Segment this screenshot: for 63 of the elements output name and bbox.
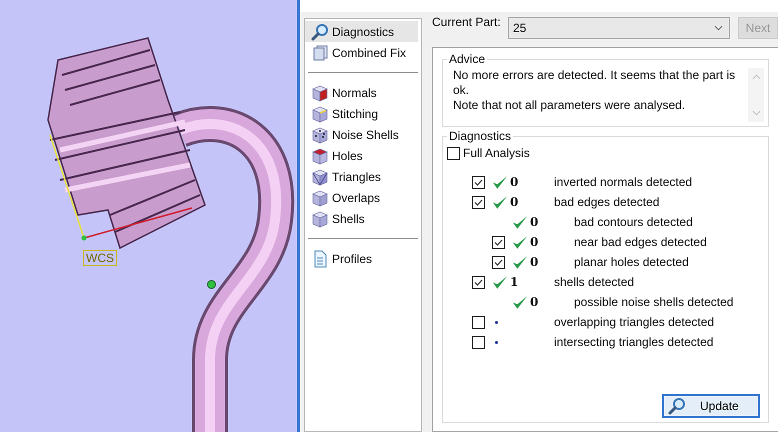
checkmark-icon [512, 214, 528, 230]
part-dropdown[interactable]: 25 [508, 17, 730, 39]
checkbox[interactable] [472, 196, 485, 208]
checkbox[interactable] [472, 176, 485, 188]
sidebar-item[interactable]: Stitching [305, 103, 418, 124]
sidebar-item[interactable]: Diagnostics [305, 21, 418, 42]
dot-icon [495, 320, 498, 324]
sidebar-item[interactable]: Profiles [305, 248, 418, 269]
diagnostic-label: bad edges detected [554, 195, 660, 209]
diagnostic-label: shells detected [554, 275, 634, 289]
checkmark-icon [492, 174, 508, 190]
magnifier-icon [311, 22, 329, 40]
cube-icon [311, 126, 329, 144]
count-text: 0 [530, 215, 538, 229]
group-title: Advice [448, 52, 486, 66]
group-title: Diagnostics [448, 129, 512, 143]
cube-icon [311, 188, 329, 206]
checkbox[interactable] [472, 336, 485, 348]
sidebar-item[interactable]: Holes [305, 145, 418, 166]
field-label: Current Part: [432, 15, 500, 29]
count-text: 0 [530, 255, 538, 269]
checkmark-icon [512, 234, 528, 250]
update-button[interactable]: Update [662, 394, 760, 418]
count-text: 0 [530, 295, 538, 309]
axis-label: WCS [83, 250, 117, 266]
checkmark-icon [492, 274, 508, 290]
checkbox[interactable] [492, 236, 505, 248]
cube-icon [311, 84, 329, 102]
checkbox[interactable] [472, 316, 485, 328]
sidebar-item[interactable]: Shells [305, 208, 418, 229]
diagnostic-label: planar holes detected [574, 255, 689, 269]
diagnostic-label: inverted normals detected [554, 175, 692, 189]
pages-icon [311, 44, 329, 62]
cube-icon [311, 210, 329, 228]
count-text: 1 [510, 275, 518, 289]
checkmark-icon [512, 294, 528, 310]
cube-icon [311, 168, 329, 186]
cube-icon [311, 104, 329, 122]
diagnostic-label: bad contours detected [574, 215, 693, 229]
count-text: 0 [510, 175, 518, 189]
checkmark-icon [512, 254, 528, 270]
count-text: 0 [510, 195, 518, 209]
advice-text: No more errors are detected. It seems that the part is ok. Note that not all parameters were analysed. [453, 68, 736, 114]
diagnostic-label: near bad edges detected [574, 235, 707, 249]
diagnostic-label: possible noise shells detected [574, 295, 734, 309]
dot-icon [495, 340, 498, 344]
count-text: 0 [530, 235, 538, 249]
checkmark-icon [492, 194, 508, 210]
checkbox[interactable] [447, 146, 460, 160]
diagnostic-label: overlapping triangles detected [554, 315, 714, 329]
checkbox[interactable] [492, 256, 505, 268]
sidebar-item[interactable]: Triangles [305, 166, 418, 187]
diagnostic-label: intersecting triangles detected [554, 335, 714, 349]
checkbox[interactable] [472, 276, 485, 288]
search-icon [668, 397, 686, 415]
cube-icon [311, 146, 329, 164]
chevron-down-icon [714, 25, 723, 31]
sidebar-item[interactable]: Noise Shells [305, 124, 418, 145]
checkbox-label: Full Analysis [463, 146, 530, 160]
sidebar-item[interactable]: Normals [305, 82, 418, 103]
pivot-dot [207, 280, 216, 289]
sidebar-item[interactable]: Combined Fix [305, 42, 418, 63]
sidebar-item[interactable]: Overlaps [305, 187, 418, 208]
